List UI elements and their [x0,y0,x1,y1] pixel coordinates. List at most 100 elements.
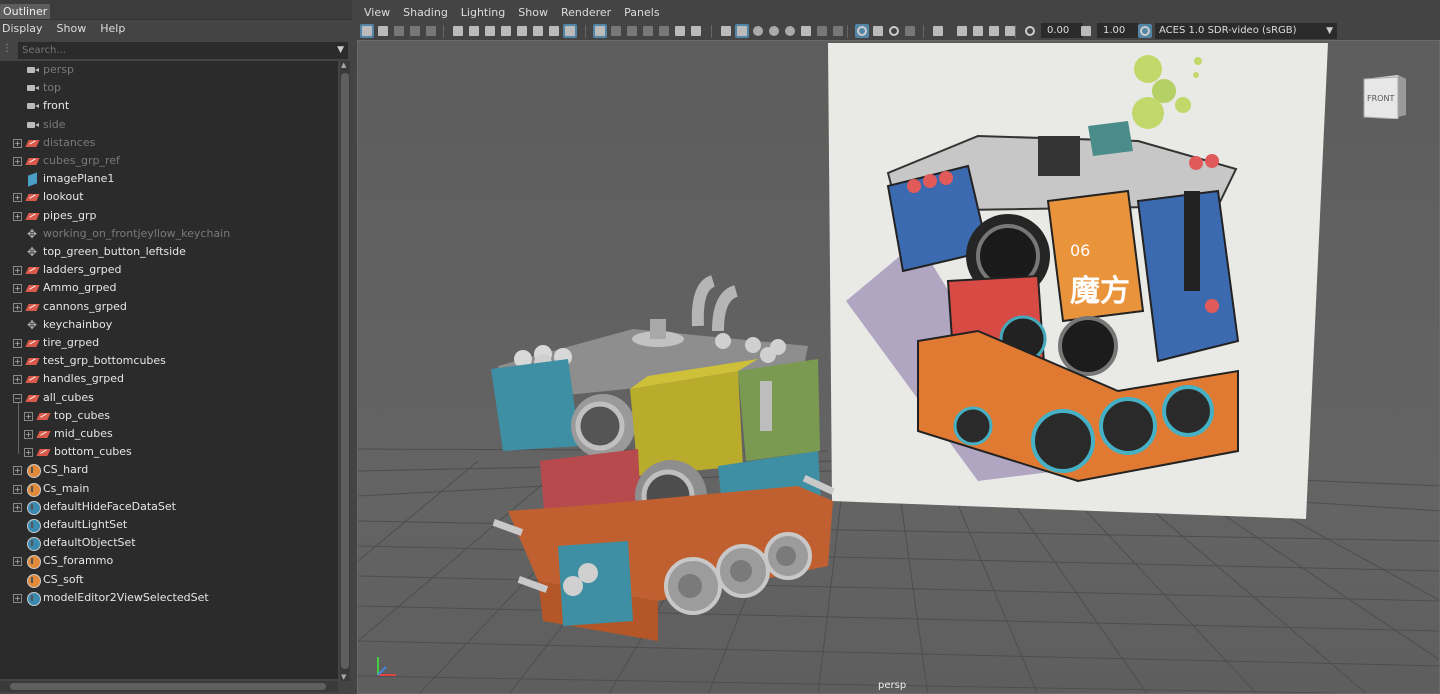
viewport-toolbar-button-icon[interactable] [451,24,465,38]
viewport-toolbar-button-icon[interactable] [593,24,607,38]
menu-view[interactable]: View [364,4,390,22]
exposure-field[interactable]: 0.00 [1041,23,1083,38]
viewport-toolbar-button-icon[interactable] [799,24,813,38]
outliner-search-input[interactable] [18,42,348,59]
scroll-down-arrow-icon[interactable]: ▼ [341,673,346,681]
viewport-toolbar-button-icon[interactable] [392,24,406,38]
outliner-item[interactable]: keychainboy [0,316,338,334]
viewport-toolbar-button-icon[interactable] [831,24,845,38]
expand-toggle-icon[interactable]: + [13,139,22,148]
expand-toggle-icon[interactable]: + [13,339,22,348]
collapse-toggle-icon[interactable]: − [13,394,22,403]
outliner-item[interactable]: + bottom_cubes [0,443,338,461]
viewport-toolbar-button-icon[interactable] [903,24,917,38]
expand-toggle-icon[interactable]: + [24,430,33,439]
viewport-toolbar-button-icon[interactable] [751,24,765,38]
viewport-toolbar-button-icon[interactable] [815,24,829,38]
viewport-toolbar-button-icon[interactable] [547,24,561,38]
outliner-vertical-scrollbar[interactable]: ▲ ▼ [340,61,350,681]
viewport-toolbar-button-icon[interactable] [360,24,374,38]
outliner-item[interactable]: defaultObjectSet [0,534,338,552]
expand-toggle-icon[interactable]: + [13,557,22,566]
viewport-toolbar-button-icon[interactable] [641,24,655,38]
robot-cube-model[interactable] [491,275,835,641]
outliner-item[interactable]: + lookout [0,188,338,206]
menu-display[interactable]: Display [2,20,43,37]
viewport-toolbar-button-icon[interactable] [719,24,733,38]
menu-show[interactable]: Show [518,4,548,22]
viewport-toolbar-button-icon[interactable] [424,24,438,38]
outliner-item[interactable]: + tire_grped [0,334,338,352]
outliner-item[interactable]: + defaultHideFaceDataSet [0,498,338,516]
outliner-horizontal-scrollbar[interactable] [0,681,338,692]
outliner-item[interactable]: + Cs_main [0,480,338,498]
outliner-title-tab[interactable]: Outliner [0,4,51,19]
viewport-toolbar-button-icon[interactable] [467,24,481,38]
outliner-item[interactable]: top [0,79,338,97]
scroll-up-arrow-icon[interactable]: ▲ [341,61,346,69]
outliner-item[interactable]: + CS_hard [0,461,338,479]
menu-help[interactable]: Help [100,20,125,37]
outliner-item[interactable]: front [0,97,338,115]
expand-toggle-icon[interactable]: + [13,485,22,494]
expand-toggle-icon[interactable]: + [13,594,22,603]
expand-toggle-icon[interactable]: + [13,375,22,384]
expand-toggle-icon[interactable]: + [13,303,22,312]
viewport-toolbar-button-icon[interactable] [657,24,671,38]
viewport-toolbar-button-icon[interactable] [609,24,623,38]
viewport-toolbar-button-icon[interactable] [1079,24,1093,38]
view-cube[interactable]: FRONT [1362,73,1408,119]
expand-toggle-icon[interactable]: + [24,448,33,457]
viewport-toolbar-button-icon[interactable] [735,24,749,38]
viewport-toolbar-button-icon[interactable] [783,24,797,38]
viewport-toolbar-button-icon[interactable] [673,24,687,38]
outliner-item[interactable]: + CS_forammo [0,552,338,570]
color-management-icon[interactable] [1138,24,1152,38]
menu-panels[interactable]: Panels [624,4,659,22]
viewport-toolbar-button-icon[interactable] [515,24,529,38]
expand-toggle-icon[interactable]: + [13,157,22,166]
viewport-toolbar-button-icon[interactable] [971,24,985,38]
expand-toggle-icon[interactable]: + [13,503,22,512]
outliner-item[interactable]: persp [0,61,338,79]
gamma-field[interactable]: 1.00 [1097,23,1139,38]
expand-toggle-icon[interactable]: + [13,212,22,221]
expand-toggle-icon[interactable]: + [13,284,22,293]
outliner-item[interactable]: imagePlane1 [0,170,338,188]
viewport-toolbar-button-icon[interactable] [955,24,969,38]
3d-viewport[interactable]: 魔方 06 06 [357,40,1440,694]
viewport-toolbar-button-icon[interactable] [987,24,1001,38]
outliner-item[interactable]: + test_grp_bottomcubes [0,352,338,370]
outliner-item[interactable]: + handles_grped [0,370,338,388]
outliner-item[interactable]: + modelEditor2ViewSelectedSet [0,589,338,607]
viewport-toolbar-button-icon[interactable] [531,24,545,38]
filter-icon[interactable]: ⋮ [2,43,14,57]
outliner-item[interactable]: + mid_cubes [0,425,338,443]
outliner-item[interactable]: + cubes_grp_ref [0,152,338,170]
horizontal-scrollbar-thumb[interactable] [10,683,326,690]
outliner-item[interactable]: + Ammo_grped [0,279,338,297]
viewport-toolbar-button-icon[interactable] [887,24,901,38]
viewport-toolbar-button-icon[interactable] [767,24,781,38]
viewport-toolbar-button-icon[interactable] [931,24,945,38]
viewport-toolbar-button-icon[interactable] [483,24,497,38]
viewport-toolbar-button-icon[interactable] [1023,24,1037,38]
viewport-toolbar-button-icon[interactable] [689,24,703,38]
viewport-toolbar-button-icon[interactable] [408,24,422,38]
outliner-item[interactable]: CS_soft [0,571,338,589]
outliner-item[interactable]: − all_cubes [0,389,338,407]
viewport-toolbar-button-icon[interactable] [499,24,513,38]
search-dropdown-arrow-icon[interactable]: ▼ [337,45,344,55]
viewport-toolbar-button-icon[interactable] [563,24,577,38]
viewport-toolbar-button-icon[interactable] [625,24,639,38]
color-transform-dropdown[interactable]: ACES 1.0 SDR-video (sRGB) ▼ [1155,23,1337,39]
outliner-item[interactable]: + cannons_grped [0,298,338,316]
expand-toggle-icon[interactable]: + [13,357,22,366]
expand-toggle-icon[interactable]: + [24,412,33,421]
menu-renderer[interactable]: Renderer [561,4,611,22]
menu-show[interactable]: Show [57,20,87,37]
outliner-item[interactable]: working_on_frontjeyllow_keychain [0,225,338,243]
outliner-item[interactable]: top_green_button_leftside [0,243,338,261]
outliner-item[interactable]: + ladders_grped [0,261,338,279]
outliner-item[interactable]: + pipes_grp [0,207,338,225]
